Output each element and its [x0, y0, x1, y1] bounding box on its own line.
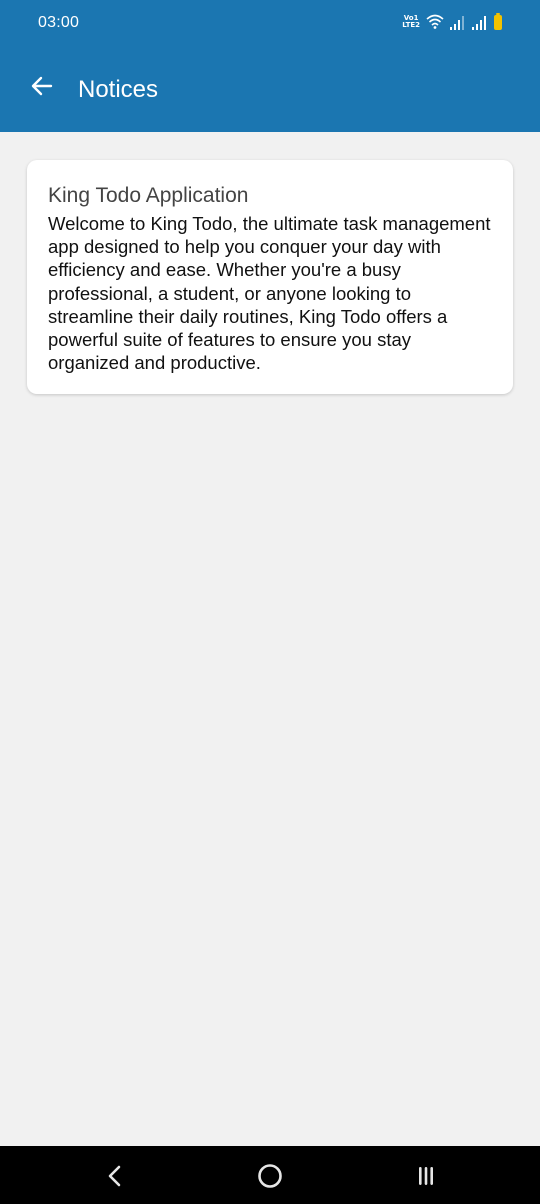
nav-home-button[interactable] [253, 1159, 287, 1193]
signal-icon-sim2 [472, 15, 486, 30]
page-title: Notices [78, 76, 159, 103]
notice-card[interactable]: King Todo Application Welcome to King To… [27, 160, 513, 394]
notice-title: King Todo Application [48, 184, 249, 207]
notice-body: Welcome to King Todo, the ultimate task … [48, 213, 491, 374]
status-icons: Vo1 LTE2 [402, 12, 502, 32]
volte-bottom-label: LTE2 [402, 21, 420, 29]
notices-list: King Todo Application Welcome to King To… [0, 132, 540, 1146]
back-button[interactable] [28, 72, 56, 100]
battery-icon [494, 12, 502, 30]
circle-home-icon [258, 1164, 282, 1188]
recents-icon [419, 1167, 433, 1185]
chevron-left-icon [108, 1165, 121, 1187]
notices-screen: 03:00 Vo1 LTE2 Notices King Todo Applica… [0, 0, 540, 1204]
system-nav-bar [0, 1146, 540, 1204]
app-bar: Notices [0, 46, 540, 132]
wifi-icon [426, 14, 444, 29]
signal-icon-sim1 [450, 15, 464, 30]
nav-recents-button[interactable] [409, 1159, 443, 1193]
arrow-left-icon [31, 76, 53, 96]
status-bar: 03:00 Vo1 LTE2 [0, 0, 540, 46]
status-time: 03:00 [38, 14, 80, 31]
volte-lte-icon: Vo1 LTE2 [402, 15, 420, 29]
nav-back-button[interactable] [98, 1159, 132, 1193]
